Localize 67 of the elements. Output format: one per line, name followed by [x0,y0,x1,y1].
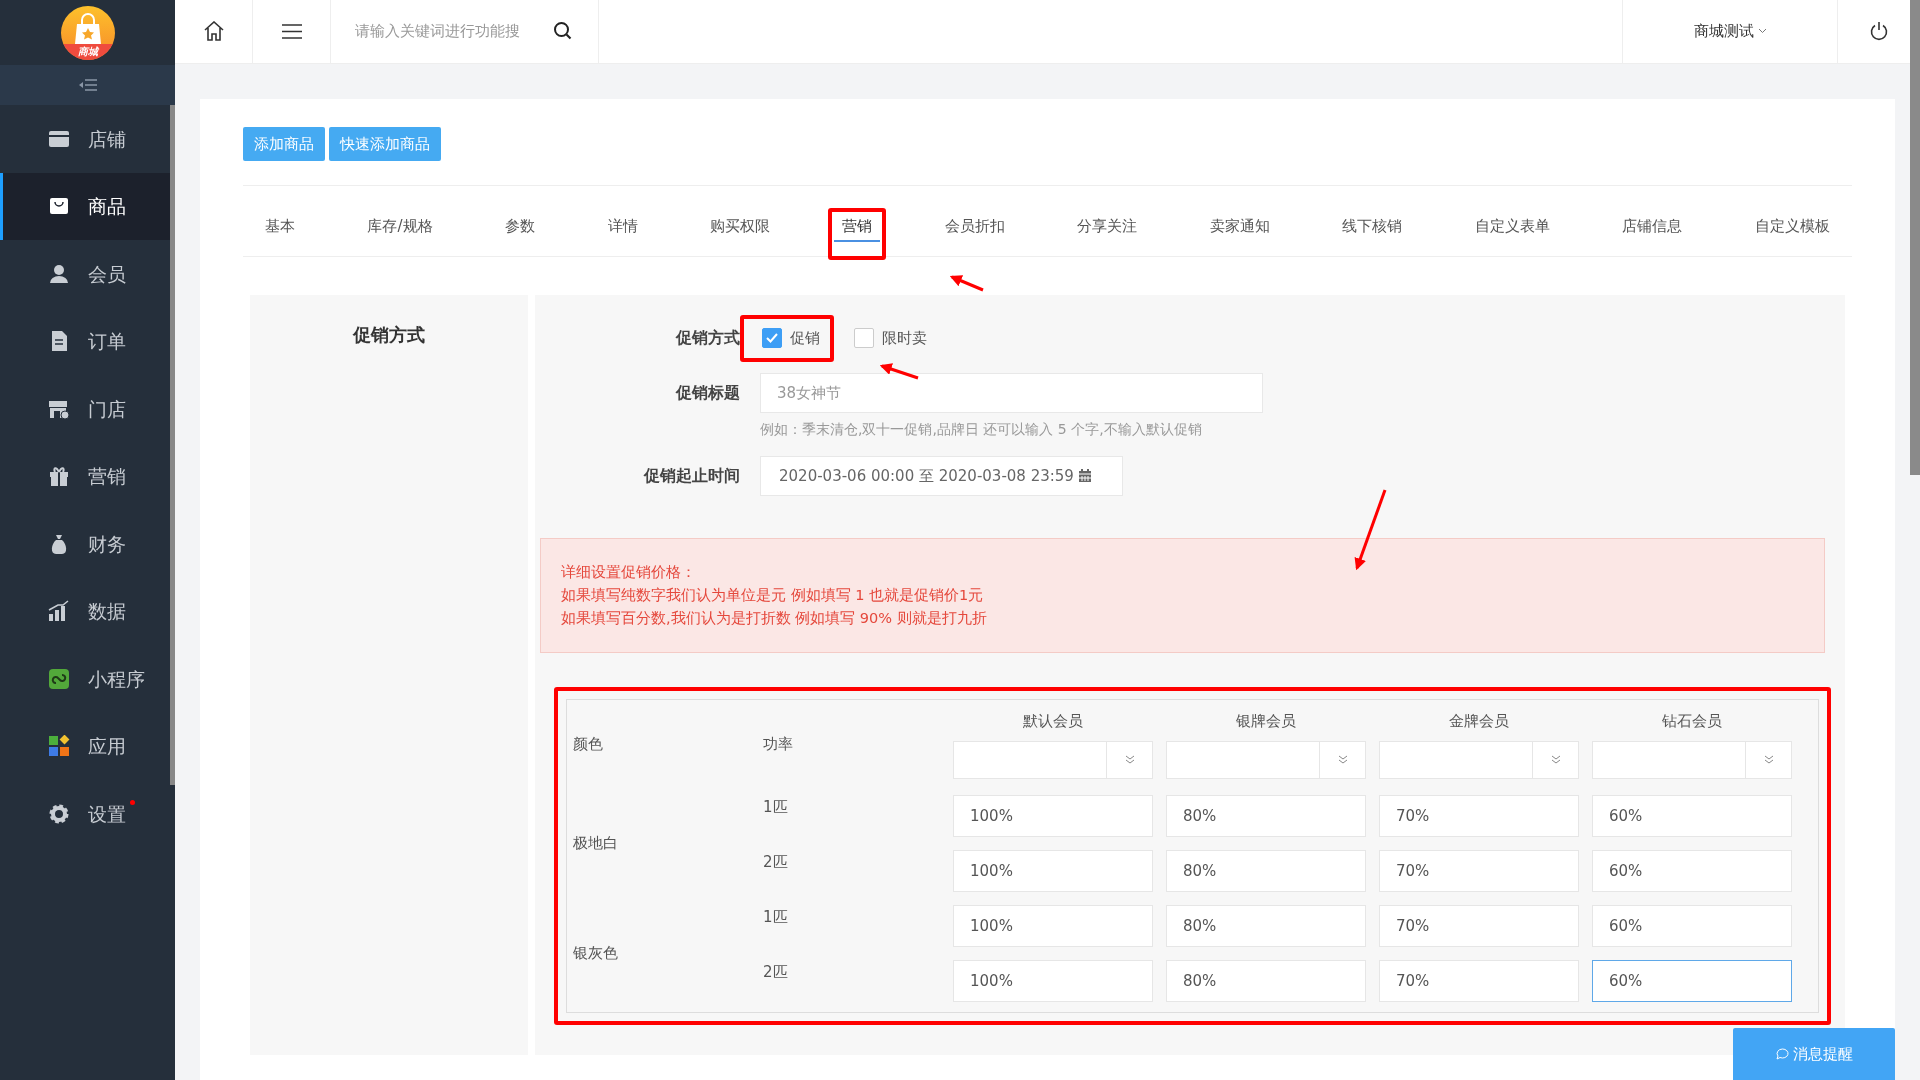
price-field[interactable]: 80% [1166,959,1366,1002]
field-label: 促销方式 [674,327,740,350]
tab[interactable]: 自定义模板 [1732,196,1852,257]
tab[interactable]: 自定义表单 [1452,196,1572,257]
section-title: 促销方式 [353,323,425,348]
hint-text: 例如：季末清仓,双十一促销,品牌日 还可以输入 5 个字,不输入默认促销 [760,420,1202,440]
tab[interactable]: 会员折扣 [922,196,1027,257]
field-label: 促销标题 [674,382,740,405]
search-field[interactable]: 请输入关键词进行功能搜 [353,19,543,44]
price-field[interactable]: 60% [1592,794,1792,837]
price-field[interactable]: 70% [1379,794,1579,837]
table-cell-text: 2匹 [763,962,789,984]
tab[interactable]: 购买权限 [688,196,792,257]
price-field[interactable]: 60% [1592,904,1792,947]
price-field[interactable]: 70% [1379,904,1579,947]
price-field[interactable]: 100% [953,904,1153,947]
tab[interactable]: 营销 [820,196,895,257]
table-cell-text: 1匹 [763,797,789,819]
sidebar-item[interactable]: 应用 [0,712,170,780]
tab[interactable]: 卖家通知 [1187,196,1292,257]
tab[interactable]: 分享关注 [1055,196,1160,257]
sidebar-item[interactable]: 商品 [0,172,170,240]
column-header: 功率 [763,734,794,755]
table-cell-text: 极地白 [573,833,619,854]
sidebar-item[interactable]: 会员 [0,240,170,308]
price-field[interactable]: 60% [1592,959,1792,1002]
price-field[interactable]: 100% [953,959,1153,1002]
notice-text: 详细设置促销价格： [561,563,697,583]
sidebar-item[interactable]: 店铺 [0,105,170,173]
table-cell-text: 银灰色 [573,943,619,964]
sidebar-item[interactable]: 订单 [0,307,170,375]
price-field[interactable]: 60% [1592,849,1792,892]
price-field[interactable]: 70% [1379,959,1579,1002]
price-field[interactable]: 70% [1379,849,1579,892]
tab[interactable]: 库存/规格 [345,196,455,257]
table-cell-text: 1匹 [763,907,789,929]
store-dropdown[interactable]: 商城测试 [1693,20,1767,43]
tab[interactable]: 基本 [243,196,317,257]
field-label: 促销起止时间 [642,465,740,488]
promo-title-field[interactable]: 38女神节 [760,373,1263,414]
price-field[interactable]: 80% [1166,904,1366,947]
tab[interactable]: 店铺信息 [1600,196,1705,257]
price-field[interactable]: 100% [953,794,1153,837]
column-header: 颜色 [573,734,604,755]
sidebar-item[interactable]: 数据 [0,577,170,645]
price-field[interactable]: 100% [953,849,1153,892]
sidebar-item[interactable]: 小程序 [0,645,170,713]
sidebar-item[interactable]: 门店 [0,375,170,443]
column-header: 银牌会员 [1235,711,1297,732]
notice-text: 如果填写纯数字我们认为单位是元 例如填写 1 也就是促销价1元 [561,586,985,606]
column-header: 钻石会员 [1661,711,1723,732]
sidebar-item[interactable]: 财务 [0,510,170,578]
price-field[interactable]: 80% [1166,794,1366,837]
checkbox-label: 促销 [790,328,820,349]
sidebar-item[interactable]: 营销 [0,442,170,510]
sidebar-item[interactable]: 设置 [0,780,170,848]
column-header: 金牌会员 [1448,711,1510,732]
tab[interactable]: 参数 [483,196,558,257]
date-range-field[interactable]: 2020-03-06 00:00 至 2020-03-08 23:59 [760,456,1123,497]
checkbox-label: 限时卖 [882,328,927,349]
logo: 商城 [60,5,115,60]
column-header: 默认会员 [1022,711,1084,732]
price-field[interactable]: 80% [1166,849,1366,892]
notice-text: 如果填写百分数,我们认为是打折数 例如填写 90% 则就是打九折 [561,609,988,629]
tab[interactable]: 线下核销 [1320,196,1425,257]
table-cell-text: 2匹 [763,852,789,874]
tab[interactable]: 详情 [585,196,660,257]
